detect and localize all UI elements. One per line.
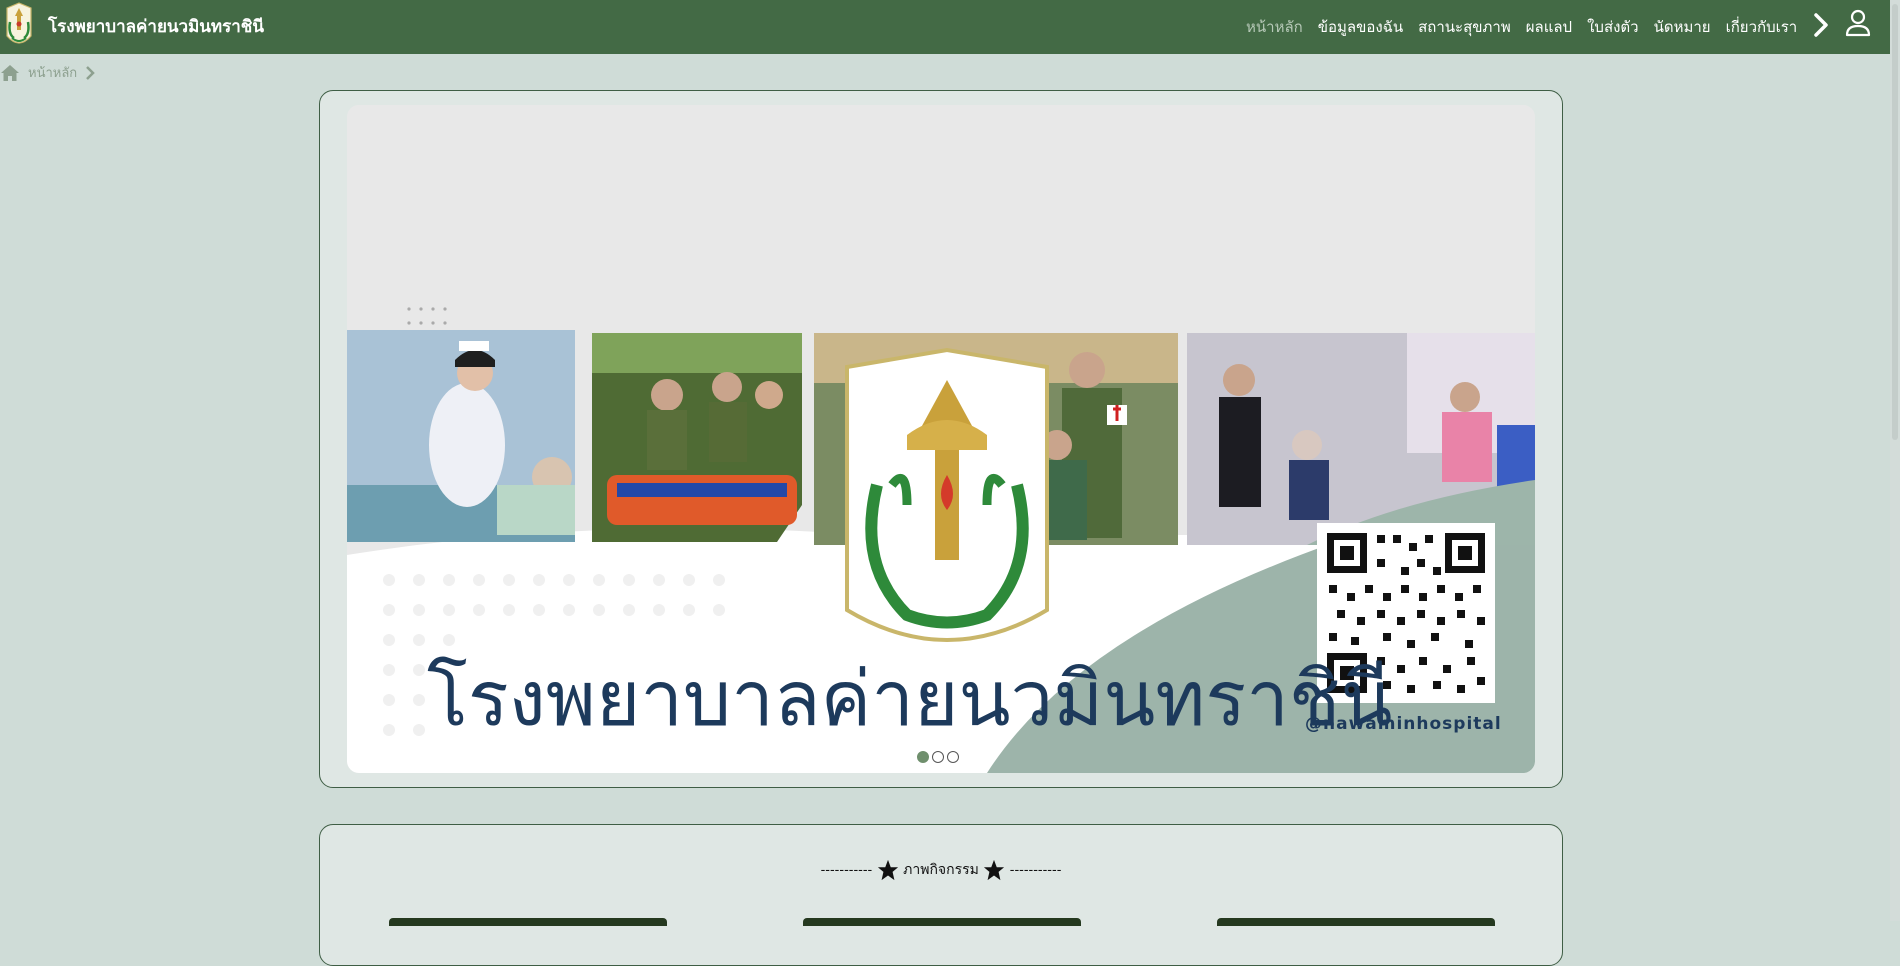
nav-about[interactable]: เกี่ยวกับเรา [1726, 15, 1798, 39]
hospital-logo-icon [6, 2, 32, 44]
activity-thumbnail[interactable] [389, 918, 667, 926]
photo-nurse [347, 330, 575, 542]
breadcrumb: หน้าหลัก [0, 62, 95, 83]
nav-health-status[interactable]: สถานะสุขภาพ [1418, 15, 1511, 39]
page-scrollbar[interactable] [1890, 0, 1900, 921]
nav-home[interactable]: หน้าหลัก [1246, 15, 1303, 39]
carousel-dot-3[interactable] [947, 751, 959, 763]
star-icon [877, 859, 898, 881]
carousel-dot-1[interactable] [917, 751, 929, 763]
activities-title: ภาพกิจกรรม [903, 862, 979, 878]
chevron-right-icon[interactable] [1812, 13, 1830, 37]
nav-referral[interactable]: ใบส่งตัว [1587, 15, 1639, 39]
activities-card: ----------- ภาพกิจกรรม ----------- [319, 824, 1563, 966]
star-icon [984, 859, 1005, 881]
hospital-emblem [845, 347, 1049, 642]
main-nav: หน้าหลัก ข้อมูลของฉัน สถานะสุขภาพ ผลแลป … [1246, 15, 1812, 39]
heading-dash-left: ----------- [820, 863, 873, 878]
breadcrumb-home[interactable]: หน้าหลัก [28, 62, 77, 83]
nav-lab-results[interactable]: ผลแลป [1526, 15, 1572, 39]
heading-dash-right: ----------- [1009, 863, 1062, 878]
top-navbar: โรงพยาบาลค่ายนวมินทราชินี หน้าหลัก ข้อมู… [0, 0, 1900, 54]
carousel-indicators [917, 751, 959, 763]
home-icon[interactable] [0, 64, 20, 82]
carousel-slide[interactable]: โรงพยาบาลค่ายนวมินทราชินี @nawaminhospit… [347, 105, 1535, 773]
activity-thumbnail[interactable] [1217, 918, 1495, 926]
nav-my-info[interactable]: ข้อมูลของฉัน [1318, 15, 1403, 39]
carousel-dot-2[interactable] [932, 751, 944, 763]
brand[interactable]: โรงพยาบาลค่ายนวมินทราชินี [4, 2, 264, 50]
photo-soldiers-stretcher [592, 333, 802, 542]
scrollbar-thumb[interactable] [1892, 4, 1898, 440]
user-icon[interactable] [1845, 9, 1871, 37]
breadcrumb-chevron-icon [86, 65, 95, 80]
nav-appointments[interactable]: นัดหมาย [1654, 15, 1711, 39]
banner-handle: @nawaminhospital [1305, 714, 1502, 734]
banner-artwork: โรงพยาบาลค่ายนวมินทราชินี @nawaminhospit… [347, 105, 1535, 773]
banner-card: โรงพยาบาลค่ายนวมินทราชินี @nawaminhospit… [319, 90, 1563, 788]
banner-headline: โรงพยาบาลค่ายนวมินทราชินี [427, 654, 1392, 743]
activities-heading: ----------- ภาพกิจกรรม ----------- [320, 859, 1562, 881]
activity-thumbnail[interactable] [803, 918, 1081, 926]
brand-title[interactable]: โรงพยาบาลค่ายนวมินทราชินี [48, 13, 264, 40]
